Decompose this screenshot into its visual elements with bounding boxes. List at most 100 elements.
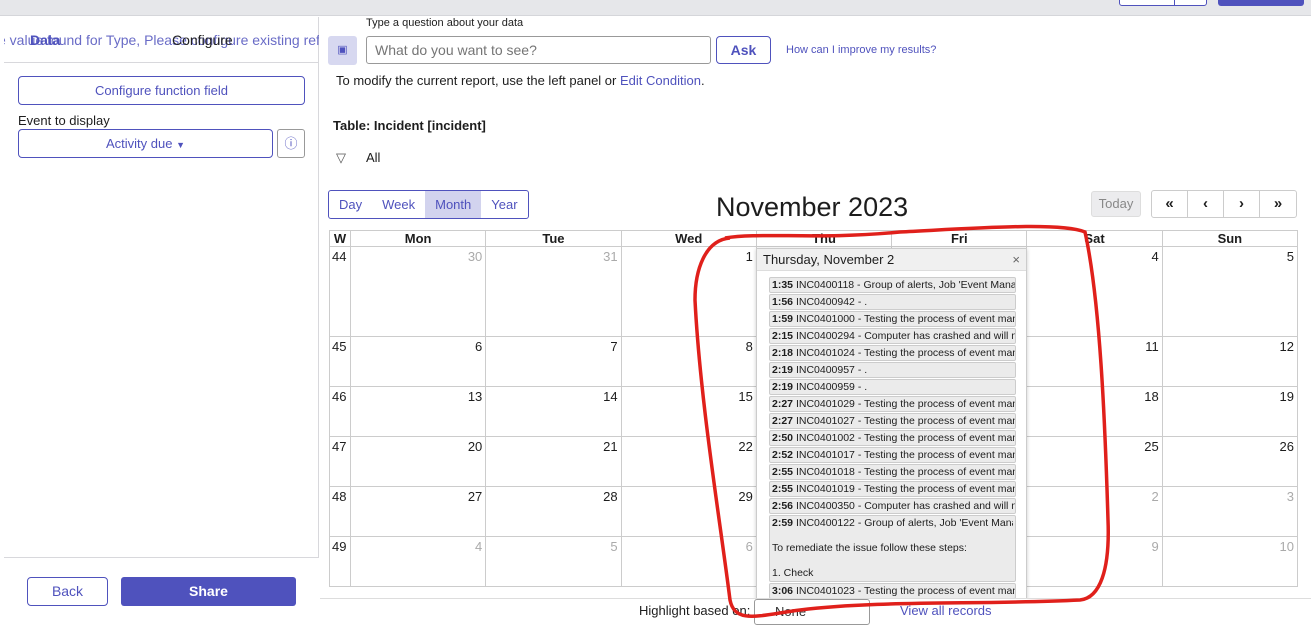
event-item[interactable]: 2:55 INC0401018 - Testing the process of… bbox=[769, 464, 1016, 480]
filter-text[interactable]: All bbox=[366, 150, 380, 165]
event-time: 2:18 bbox=[772, 347, 794, 359]
event-line: 2:19 INC0400957 - . bbox=[772, 364, 867, 376]
caret-down-icon: ▼ bbox=[176, 140, 186, 150]
filter-icon[interactable]: ▽ bbox=[336, 150, 346, 166]
view-all-records-link[interactable]: View all records bbox=[900, 603, 992, 618]
today-button[interactable]: Today bbox=[1091, 191, 1141, 217]
breadcrumb-data[interactable]: Data bbox=[30, 32, 60, 48]
top-split-button[interactable] bbox=[1119, 0, 1207, 6]
event-desc: INC0400294 - Computer has crashed and wi… bbox=[795, 330, 1016, 342]
day-cell[interactable]: 29 bbox=[620, 486, 757, 537]
share-button[interactable]: Share bbox=[121, 577, 296, 606]
day-cell[interactable]: 13 bbox=[349, 386, 487, 437]
week-number: 45 bbox=[329, 336, 351, 387]
day-cell[interactable]: 6 bbox=[349, 336, 487, 387]
close-icon[interactable]: × bbox=[1012, 252, 1020, 267]
day-cell[interactable]: 7 bbox=[485, 336, 622, 387]
day-cell[interactable]: 31 bbox=[485, 246, 622, 337]
popup-title: Thursday, November 2 bbox=[763, 252, 895, 267]
day-cell[interactable]: 5 bbox=[485, 536, 622, 587]
event-item[interactable]: 1:56 INC0400942 - . bbox=[769, 294, 1016, 310]
highlight-select[interactable]: None bbox=[754, 599, 870, 625]
day-cell[interactable]: 14 bbox=[485, 386, 622, 437]
event-line: 3:06 INC0401023 - Testing the process of… bbox=[772, 585, 1015, 597]
day-events-popup: Thursday, November 2 × 1:35 INC0400118 -… bbox=[756, 248, 1027, 600]
event-item[interactable]: 2:59 INC0400122 - Group of alerts, Job '… bbox=[769, 515, 1016, 582]
event-desc: INC0401027 - Testing the process of even… bbox=[795, 415, 1016, 427]
day-cell[interactable]: 2 bbox=[1026, 486, 1163, 537]
breadcrumb-configure[interactable]: Configure bbox=[172, 32, 233, 48]
day-cell[interactable]: 5 bbox=[1161, 246, 1299, 337]
event-item[interactable]: 2:50 INC0401002 - Testing the process of… bbox=[769, 430, 1016, 446]
day-cell[interactable]: 3 bbox=[1161, 486, 1299, 537]
day-cell[interactable]: 26 bbox=[1161, 436, 1299, 487]
week-number: 48 bbox=[329, 486, 351, 537]
event-desc: INC0401017 - Testing the process of even… bbox=[795, 449, 1016, 461]
prev-month-icon[interactable]: ‹ bbox=[1188, 191, 1224, 217]
event-time: 2:59 bbox=[772, 517, 794, 529]
next-year-icon[interactable]: » bbox=[1260, 191, 1296, 217]
event-item[interactable]: 2:55 INC0401019 - Testing the process of… bbox=[769, 481, 1016, 497]
tab-month[interactable]: Month bbox=[425, 191, 482, 218]
event-select[interactable]: Activity due ▼ bbox=[18, 129, 273, 158]
event-desc: INC0401002 - Testing the process of even… bbox=[795, 432, 1016, 444]
day-cell[interactable]: 25 bbox=[1026, 436, 1163, 487]
day-cell[interactable]: 28 bbox=[485, 486, 622, 537]
event-item[interactable]: 2:18 INC0401024 - Testing the process of… bbox=[769, 345, 1016, 361]
tab-week[interactable]: Week bbox=[372, 191, 425, 218]
back-button[interactable]: Back bbox=[27, 577, 108, 606]
day-cell[interactable]: 9 bbox=[1026, 536, 1163, 587]
event-time: 1:35 bbox=[772, 279, 794, 291]
day-cell[interactable]: 20 bbox=[349, 436, 487, 487]
event-item[interactable]: 2:15 INC0400294 - Computer has crashed a… bbox=[769, 328, 1016, 344]
event-item[interactable]: 2:19 INC0400959 - . bbox=[769, 379, 1016, 395]
day-cell[interactable]: 10 bbox=[1161, 536, 1299, 587]
event-item[interactable]: 2:19 INC0400957 - . bbox=[769, 362, 1016, 378]
ask-button[interactable]: Ask bbox=[716, 36, 771, 64]
event-time: 2:19 bbox=[772, 364, 794, 376]
day-cell[interactable]: 22 bbox=[620, 436, 757, 487]
day-cell[interactable]: 11 bbox=[1026, 336, 1163, 387]
day-cell[interactable]: 4 bbox=[1026, 246, 1163, 337]
improve-results-link[interactable]: How can I improve my results? bbox=[786, 44, 936, 56]
day-cell[interactable]: 18 bbox=[1026, 386, 1163, 437]
event-desc: INC0400350 - Computer has crashed and wi… bbox=[795, 500, 1016, 512]
event-item[interactable]: 1:59 INC0401000 - Testing the process of… bbox=[769, 311, 1016, 327]
event-line: 2:27 INC0401027 - Testing the process of… bbox=[772, 415, 1016, 427]
event-item[interactable]: 1:35 INC0400118 - Group of alerts, Job '… bbox=[769, 277, 1016, 293]
search-input[interactable] bbox=[366, 36, 711, 64]
configure-function-field-button[interactable]: Configure function field bbox=[18, 76, 305, 105]
tab-year[interactable]: Year bbox=[481, 191, 527, 218]
day-cell[interactable]: 6 bbox=[620, 536, 757, 587]
footer-bar: Highlight based on: None View all record… bbox=[320, 598, 1311, 629]
event-item[interactable]: 2:27 INC0401027 - Testing the process of… bbox=[769, 413, 1016, 429]
event-item[interactable]: 2:56 INC0400350 - Computer has crashed a… bbox=[769, 498, 1016, 514]
event-line: 2:52 INC0401017 - Testing the process of… bbox=[772, 449, 1016, 461]
day-cell[interactable]: 12 bbox=[1161, 336, 1299, 387]
info-icon[interactable]: ⓘ bbox=[277, 129, 305, 158]
event-time: 2:19 bbox=[772, 381, 794, 393]
event-time: 2:27 bbox=[772, 415, 794, 427]
day-cell[interactable]: 4 bbox=[349, 536, 487, 587]
event-line: 2:55 INC0401019 - Testing the process of… bbox=[772, 483, 1015, 495]
day-cell[interactable]: 30 bbox=[349, 246, 487, 337]
event-time: 1:59 bbox=[772, 313, 794, 325]
day-cell[interactable]: 15 bbox=[620, 386, 757, 437]
day-cell[interactable]: 21 bbox=[485, 436, 622, 487]
calendar-nav: « ‹ › » bbox=[1151, 190, 1297, 218]
event-item[interactable]: 3:06 INC0401023 - Testing the process of… bbox=[769, 583, 1016, 599]
day-cell[interactable]: 27 bbox=[349, 486, 487, 537]
tab-day[interactable]: Day bbox=[329, 191, 372, 218]
day-cell[interactable]: 19 bbox=[1161, 386, 1299, 437]
top-primary-button[interactable] bbox=[1218, 0, 1304, 6]
highlight-select-value: None bbox=[775, 604, 807, 619]
chat-icon[interactable]: ▣ bbox=[328, 36, 357, 65]
day-cell[interactable]: 8 bbox=[620, 336, 757, 387]
next-month-icon[interactable]: › bbox=[1224, 191, 1260, 217]
event-item[interactable]: 2:27 INC0401029 - Testing the process of… bbox=[769, 396, 1016, 412]
day-cell[interactable]: 1 bbox=[620, 246, 757, 337]
edit-condition-link[interactable]: Edit Condition bbox=[620, 73, 701, 88]
event-desc: INC0401000 - Testing the process of even… bbox=[795, 313, 1016, 325]
prev-year-icon[interactable]: « bbox=[1152, 191, 1188, 217]
event-item[interactable]: 2:52 INC0401017 - Testing the process of… bbox=[769, 447, 1016, 463]
